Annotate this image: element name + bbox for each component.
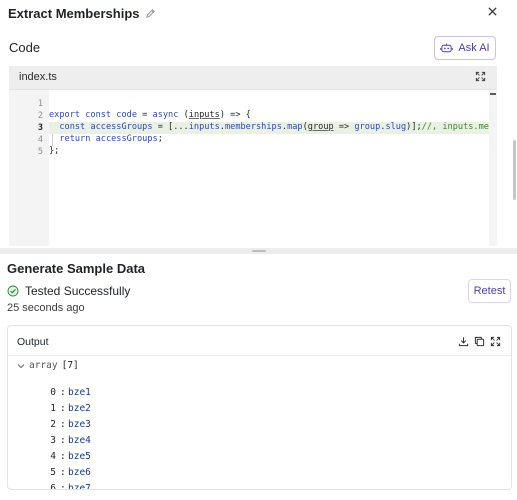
expand-icon[interactable] — [475, 71, 487, 83]
code-editor: index.ts 1 2 3 4 5 export const code = a… — [9, 66, 497, 246]
tree-root-toggle[interactable]: array [7] — [17, 360, 79, 371]
code-section-label: Code — [9, 40, 41, 55]
code-line-3[interactable]: const accessGroups = [...inputs.membersh… — [49, 122, 489, 134]
close-icon[interactable] — [485, 4, 499, 18]
output-panel: Output array [7] 0:bze1 1:bze2 2:bze3 — [7, 325, 512, 490]
tree-item: 0: bze1 — [8, 376, 511, 398]
code-area[interactable]: export const code = async (inputs) => { … — [49, 90, 489, 246]
file-tab[interactable]: index.ts — [19, 71, 57, 83]
output-header: Output — [8, 326, 511, 356]
tree-item: 1: bze2 — [8, 392, 511, 414]
output-label: Output — [17, 336, 49, 348]
tree-item-index: 6 — [50, 483, 56, 490]
retest-button[interactable]: Retest — [468, 279, 511, 303]
download-icon[interactable] — [458, 336, 469, 347]
ask-ai-label: Ask AI — [458, 42, 490, 54]
editor-scroll-marker — [490, 93, 496, 95]
code-step-panel: Extract Memberships Code Ask AI index.ts… — [0, 0, 517, 250]
ask-ai-button[interactable]: Ask AI — [434, 36, 496, 60]
copy-icon[interactable] — [474, 336, 485, 347]
resize-grip[interactable] — [252, 250, 266, 252]
test-status: Tested Successfully — [7, 284, 130, 298]
line-number: 5 — [37, 147, 43, 157]
status-text: Tested Successfully — [25, 284, 131, 298]
chevron-down-icon — [17, 362, 25, 370]
tree-item: 3: bze4 — [8, 424, 511, 446]
line-number-active: 3 — [37, 123, 43, 133]
pencil-icon[interactable] — [145, 8, 156, 19]
panel-header: Extract Memberships — [8, 4, 156, 22]
tree-item: 5: bze6 — [8, 456, 511, 478]
tree-item: 2: bze3 — [8, 408, 511, 430]
code-line-4[interactable]: return accessGroups; — [49, 134, 489, 146]
timestamp: 25 seconds ago — [7, 302, 85, 314]
code-line-1[interactable] — [49, 98, 489, 110]
line-number: 1 — [37, 99, 43, 109]
tree-item: 4: bze5 — [8, 440, 511, 462]
check-circle-icon — [7, 285, 19, 297]
code-line-5[interactable]: }; — [49, 146, 489, 158]
line-number-gutter: 1 2 3 4 5 — [9, 90, 49, 246]
page-scrollbar[interactable] — [513, 140, 516, 200]
step-title: Extract Memberships — [8, 5, 140, 21]
line-number: 4 — [37, 135, 43, 145]
code-line-2[interactable]: export const code = async (inputs) => { — [49, 110, 489, 122]
sample-data-title: Generate Sample Data — [7, 261, 146, 276]
line-number: 2 — [37, 111, 43, 121]
fullscreen-icon[interactable] — [490, 336, 501, 347]
robot-icon — [440, 42, 454, 54]
editor-scrollbar[interactable] — [489, 90, 497, 246]
tree-root-count: [7] — [61, 360, 79, 371]
editor-tab-bar: index.ts — [9, 66, 497, 90]
tree-item-value: bze7 — [68, 483, 91, 490]
tree-item: 6: bze7 — [8, 472, 511, 489]
tree-root-label: array — [29, 360, 58, 371]
